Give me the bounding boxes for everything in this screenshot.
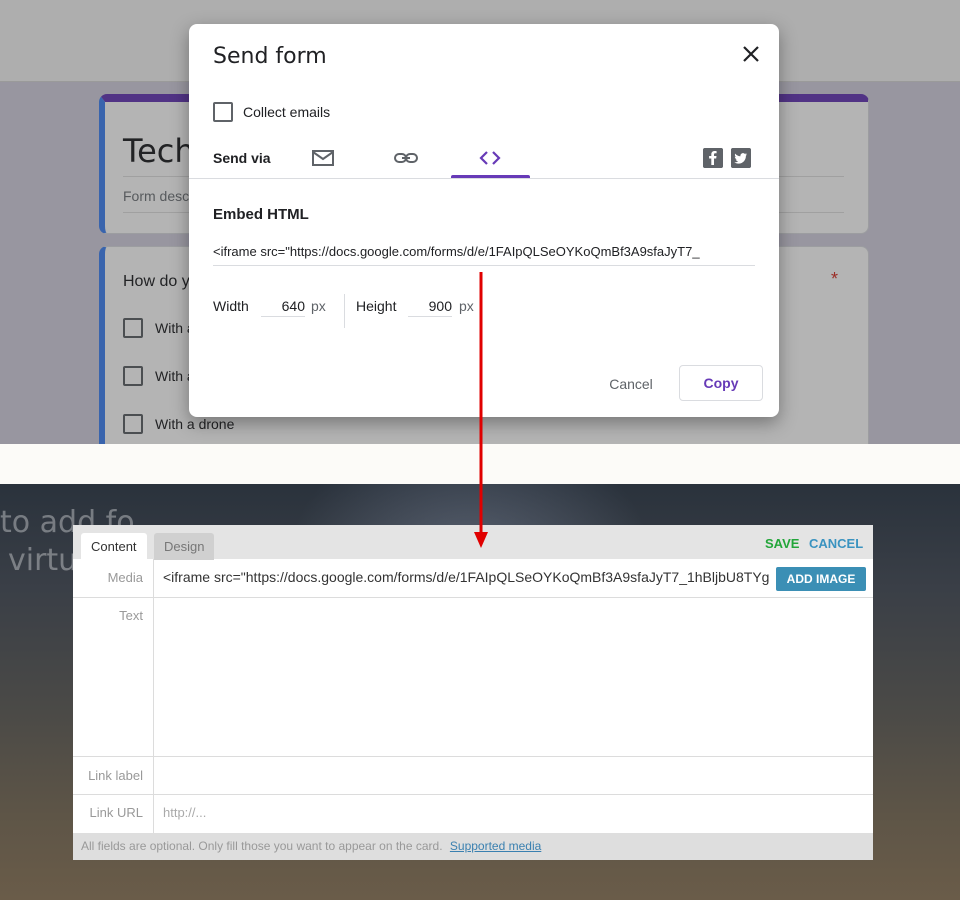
copy-button[interactable]: Copy xyxy=(679,365,763,401)
link-url-input[interactable]: http://... xyxy=(163,805,206,820)
text-label: Text xyxy=(119,608,143,623)
send-via-label: Send via xyxy=(213,150,271,166)
tab-content[interactable]: Content xyxy=(81,533,147,560)
dimension-separator xyxy=(344,294,345,328)
editor-footer: All fields are optional. Only fill those… xyxy=(73,833,873,860)
media-input[interactable]: <iframe src="https://docs.google.com/for… xyxy=(163,569,775,585)
link-icon[interactable] xyxy=(392,144,420,172)
link-label-input[interactable] xyxy=(154,757,873,794)
tabs-divider xyxy=(189,178,779,179)
height-label: Height xyxy=(356,298,397,314)
text-area[interactable] xyxy=(154,598,873,756)
dialog-title: Send form xyxy=(213,44,327,69)
collect-emails-label: Collect emails xyxy=(243,104,331,120)
footer-note: All fields are optional. Only fill those… xyxy=(81,839,443,853)
email-icon[interactable] xyxy=(309,144,337,172)
media-label: Media xyxy=(107,570,143,585)
embed-code-icon[interactable] xyxy=(476,144,504,172)
width-unit: px xyxy=(311,298,326,314)
collect-emails-option[interactable]: Collect emails xyxy=(213,102,330,122)
embed-html-heading: Embed HTML xyxy=(213,206,309,223)
close-icon[interactable] xyxy=(737,40,765,68)
embed-code-field[interactable]: <iframe src="https://docs.google.com/for… xyxy=(213,244,755,266)
twitter-icon[interactable] xyxy=(731,148,751,168)
cancel-button[interactable]: CANCEL xyxy=(809,536,863,551)
link-url-label: Link URL xyxy=(89,805,143,820)
tab-design[interactable]: Design xyxy=(154,533,215,560)
add-image-button[interactable]: ADD IMAGE xyxy=(776,567,866,591)
supported-media-link[interactable]: Supported media xyxy=(450,839,541,853)
width-label: Width xyxy=(213,298,249,314)
collect-emails-checkbox[interactable] xyxy=(213,102,233,122)
cancel-button[interactable]: Cancel xyxy=(597,366,665,402)
save-button[interactable]: SAVE xyxy=(765,536,799,551)
height-input[interactable]: 900 xyxy=(408,298,452,317)
annotation-arrow xyxy=(474,272,488,548)
facebook-icon[interactable] xyxy=(703,148,723,168)
card-editor-panel: Content Design SAVE CANCEL Media <iframe… xyxy=(73,525,873,860)
width-input[interactable]: 640 xyxy=(261,298,305,317)
link-label-label: Link label xyxy=(88,768,143,783)
